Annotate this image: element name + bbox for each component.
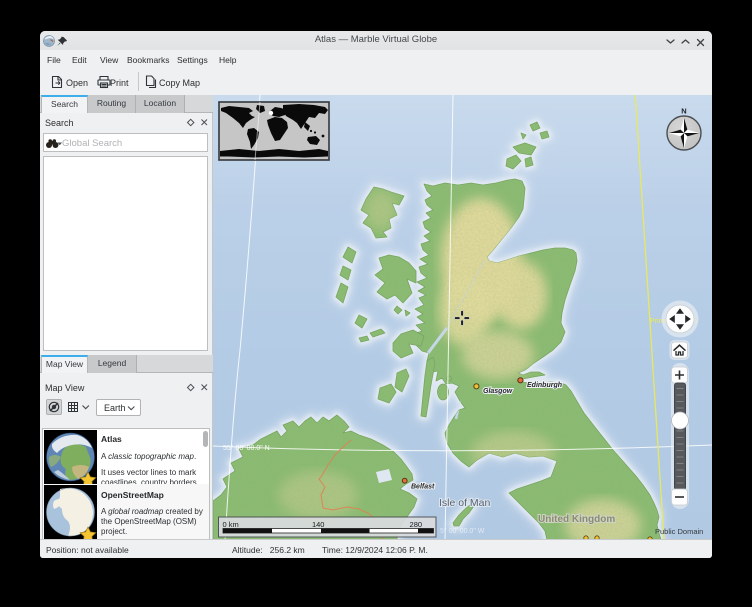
- svg-text:140: 140: [312, 520, 325, 529]
- svg-text:Belfast: Belfast: [411, 484, 435, 491]
- svg-text:0 km: 0 km: [223, 520, 239, 529]
- svg-text:280: 280: [410, 520, 423, 529]
- svg-text:5° 00' 00.0" W: 5° 00' 00.0" W: [440, 527, 485, 535]
- svg-text:Glasgow: Glasgow: [483, 388, 513, 395]
- svg-text:55° 00' 00.0" N: 55° 00' 00.0" N: [223, 444, 270, 452]
- svg-text:N: N: [681, 107, 686, 116]
- svg-text:United Kingdom: United Kingdom: [538, 514, 615, 525]
- svg-text:Edinburgh: Edinburgh: [527, 382, 562, 389]
- svg-text:Isle of Man: Isle of Man: [439, 497, 491, 509]
- svg-text:Public Domain: Public Domain: [655, 527, 703, 536]
